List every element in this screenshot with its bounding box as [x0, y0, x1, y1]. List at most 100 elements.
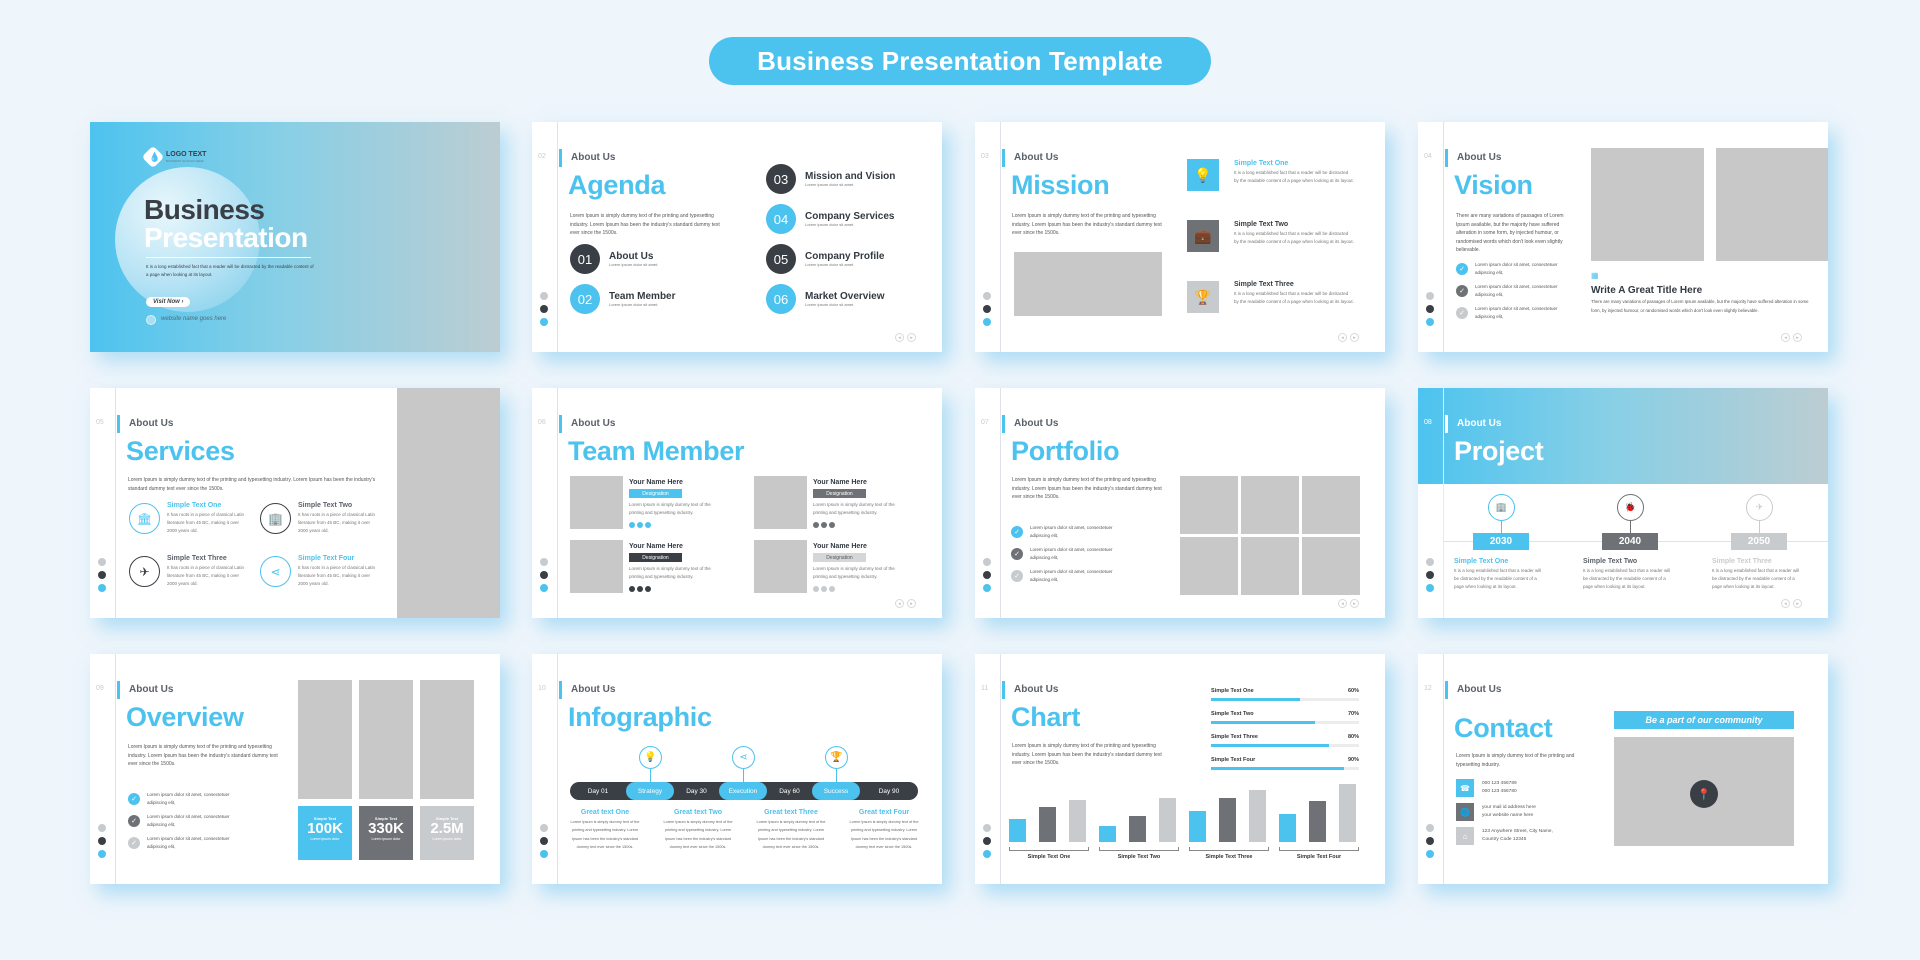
contact-line[interactable]: your website name here [1482, 812, 1536, 821]
progress-value: 90% [1347, 757, 1359, 763]
portfolio-image[interactable] [1241, 537, 1299, 595]
stat-sub: Lorem ipsum dolor [432, 837, 462, 841]
next-icon[interactable]: ▸ [1350, 599, 1359, 608]
portfolio-image[interactable] [1302, 476, 1360, 534]
accent-bar [1445, 149, 1448, 167]
slide-description: Lorem Ipsum is simply dummy text of the … [570, 213, 720, 236]
check-text: Lorem ipsum dolor sit amet, consectetuer… [1030, 547, 1113, 560]
image-placeholder [1014, 252, 1162, 316]
social-dots[interactable] [813, 586, 835, 592]
contact-line[interactable]: 000 123 456780 [1482, 788, 1517, 797]
briefcase-icon: 💼 [1187, 220, 1219, 252]
timeline-phase[interactable]: Execution [719, 782, 767, 800]
slide-overview[interactable]: 09 About Us Overview Lorem Ipsum is simp… [90, 654, 500, 884]
year-label: 2050 [1731, 533, 1787, 550]
portfolio-image[interactable] [1241, 476, 1299, 534]
chart-bar [1219, 797, 1236, 842]
member-desc: Lorem Ipsum is simply dummy text of the … [813, 566, 895, 579]
agenda-item[interactable]: 05 Company Profile Lorem ipsum dolor sit … [766, 244, 884, 274]
year-label: 2040 [1602, 533, 1658, 550]
section-label: About Us [129, 684, 174, 695]
prev-icon[interactable]: ◂ [895, 333, 904, 342]
slide-description: Lorem Ipsum is simply dummy text of the … [128, 744, 278, 767]
rail-divider [1000, 122, 1001, 352]
next-icon[interactable]: ▸ [1793, 333, 1802, 342]
next-icon[interactable]: ▸ [907, 333, 916, 342]
member-photo [570, 540, 623, 593]
progress-label: Simple Text Three [1211, 734, 1258, 740]
contact-line[interactable]: 000 123 456789 [1482, 780, 1517, 789]
chart-bar [1009, 819, 1026, 842]
portfolio-image[interactable] [1180, 537, 1238, 595]
year-label: 2030 [1473, 533, 1529, 550]
timeline-phase[interactable]: Strategy [626, 782, 674, 800]
prev-icon[interactable]: ◂ [1781, 599, 1790, 608]
progress-value: 60% [1347, 688, 1359, 694]
slide-contact[interactable]: 12 About Us Contact Lorem Ipsum is simpl… [1418, 654, 1828, 884]
slide-team[interactable]: 06 About Us Team Member Your Name Here D… [532, 388, 942, 618]
member-desc: Lorem Ipsum is simply dummy text of the … [813, 502, 895, 515]
portfolio-image[interactable] [1180, 476, 1238, 534]
member-designation: Designation [629, 489, 682, 498]
trophy-icon: 🏆 [825, 746, 848, 769]
section-label: About Us [571, 418, 616, 429]
prev-icon[interactable]: ◂ [895, 599, 904, 608]
section-label: About Us [1457, 152, 1502, 163]
contact-line[interactable]: your mail id address here [1482, 804, 1536, 813]
agenda-label: Company Profile [805, 251, 885, 262]
contact-line: Country Code 12345 [1482, 837, 1527, 842]
slide-cover[interactable]: 💧 LOGO TEXT BUSINESS SLOGAN HERE Busines… [90, 122, 500, 352]
check-icon: ✓ [128, 793, 140, 805]
social-dots[interactable] [629, 586, 651, 592]
slide-chart[interactable]: 11 About Us Chart Lorem Ipsum is simply … [975, 654, 1385, 884]
slide-agenda[interactable]: 02 About Us Agenda Lorem Ipsum is simply… [532, 122, 942, 352]
accent-bar [117, 415, 120, 433]
slide-description: Lorem Ipsum is simply dummy text of the … [1012, 743, 1162, 766]
check-text: Lorem ipsum dolor sit amet, consectetuer… [147, 814, 230, 827]
slide-services[interactable]: 05 About Us Services Lorem Ipsum is simp… [90, 388, 500, 618]
prev-icon[interactable]: ◂ [1781, 333, 1790, 342]
website-link[interactable]: website name goes here [161, 316, 226, 322]
progress-row: Simple Text Four 90% [1211, 757, 1359, 770]
agenda-item[interactable]: 01 About Us Lorem ipsum dolor sit amet. [570, 244, 658, 274]
prev-icon[interactable]: ◂ [1338, 333, 1347, 342]
agenda-sub: Lorem ipsum dolor sit amet. [609, 262, 659, 267]
check-icon: ✓ [1011, 526, 1023, 538]
section-label: About Us [1457, 684, 1502, 695]
check-text: Lorem ipsum dolor sit amet, consectetuer… [1030, 569, 1113, 582]
social-dots[interactable] [813, 522, 835, 528]
slide-title: Overview [126, 702, 244, 732]
slide-portfolio[interactable]: 07 About Us Portfolio Lorem Ipsum is sim… [975, 388, 1385, 618]
accent-bar [1445, 415, 1448, 433]
image-placeholder [1591, 148, 1704, 261]
slide-title: Vision [1454, 170, 1533, 200]
agenda-item[interactable]: 03 Mission and Vision Lorem ipsum dolor s… [766, 164, 895, 194]
slide-project[interactable]: 08 About Us Project 🏢 2030 Simple Text O… [1418, 388, 1828, 618]
slide-dots [1426, 824, 1434, 858]
share-icon: ⋖ [260, 556, 291, 587]
slide-infographic[interactable]: 10 About Us Infographic 💡 ⋖ 🏆 Day 01 Str… [532, 654, 942, 884]
portfolio-image[interactable] [1302, 537, 1360, 595]
timeline-phase[interactable]: Success [812, 782, 860, 800]
slide-title: Agenda [568, 170, 666, 200]
check-item: ✓ Lorem ipsum dolor sit amet, consectetu… [1011, 524, 1125, 540]
paper-plane-icon: ✈ [1746, 494, 1773, 521]
group-bracket [1009, 847, 1089, 851]
slide-mission[interactable]: 03 About Us Mission Lorem Ipsum is simpl… [975, 122, 1385, 352]
slide-vision[interactable]: 04 About Us Vision There are many variat… [1418, 122, 1828, 352]
page-banner-title: Business Presentation Template [709, 37, 1211, 85]
next-icon[interactable]: ▸ [1350, 333, 1359, 342]
group-bracket [1279, 847, 1359, 851]
slide-number: 03 [981, 153, 989, 160]
agenda-item[interactable]: 02 Team Member Lorem ipsum dolor sit amet… [570, 284, 676, 314]
next-icon[interactable]: ▸ [907, 599, 916, 608]
chart-bar [1159, 797, 1176, 842]
agenda-item[interactable]: 04 Company Services Lorem ipsum dolor sit… [766, 204, 895, 234]
map-pin-icon[interactable]: 📍 [1690, 780, 1718, 808]
phone-icon: ☎ [1456, 779, 1474, 797]
social-dots[interactable] [629, 522, 651, 528]
agenda-item[interactable]: 06 Market Overview Lorem ipsum dolor sit … [766, 284, 885, 314]
prev-icon[interactable]: ◂ [1338, 599, 1347, 608]
visit-now-button[interactable]: Visit Now › [146, 297, 191, 307]
next-icon[interactable]: ▸ [1793, 599, 1802, 608]
